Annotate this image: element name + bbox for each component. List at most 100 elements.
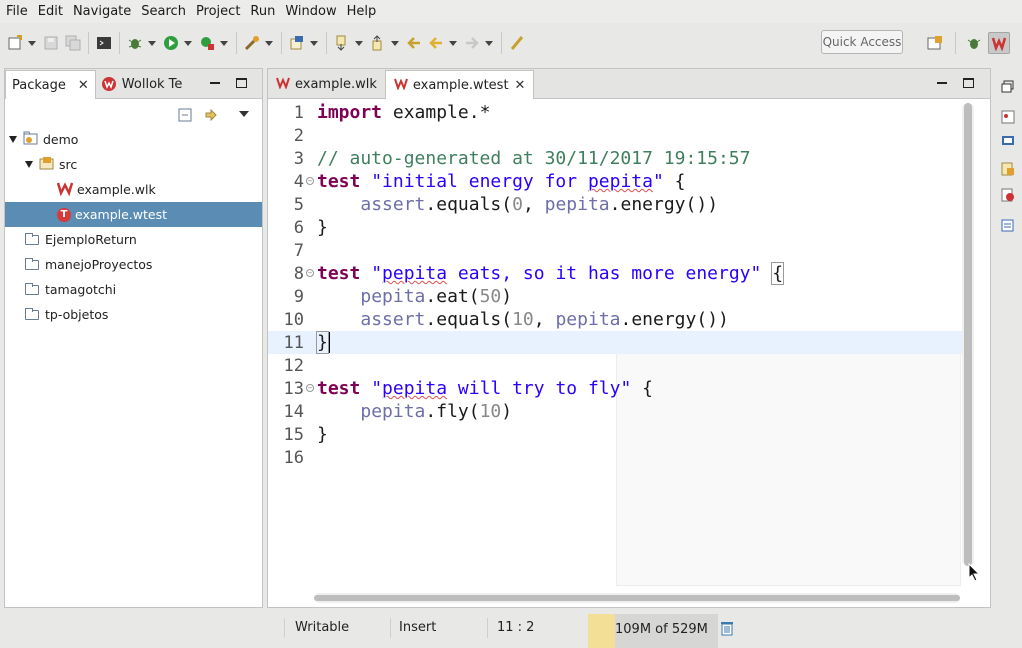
code-area[interactable]: 1 import example.* 2 3 // auto-generated… (268, 100, 964, 589)
view-menu-icon[interactable] (239, 111, 249, 117)
previous-annotation-icon[interactable] (369, 34, 387, 52)
expand-icon[interactable] (25, 161, 33, 168)
back-dropdown[interactable] (449, 34, 457, 52)
fold-icon[interactable]: − (306, 269, 314, 277)
tab-package-explorer[interactable]: Package ✕ (5, 70, 96, 99)
line-number: 12 (283, 355, 304, 376)
line-number: 15 (283, 424, 304, 445)
run-dropdown[interactable] (184, 34, 192, 52)
previous-annotation-dropdown[interactable] (391, 34, 399, 52)
menu-run[interactable]: Run (246, 4, 279, 19)
debug-perspective-icon[interactable] (963, 32, 985, 54)
tab-example-wtest[interactable]: example.wtest ✕ (384, 70, 535, 99)
heap-status[interactable]: 109M of 529M (588, 614, 718, 648)
code-line: 10 assert.equals(10, pepita.energy()) (268, 308, 964, 331)
tree-item-label: example.wtest (75, 207, 168, 222)
external-tools-dropdown[interactable] (220, 34, 228, 52)
open-task-dropdown[interactable] (310, 34, 318, 52)
line-number: 9 (293, 286, 304, 307)
new-dropdown[interactable] (28, 34, 36, 52)
horizontal-scroll-thumb[interactable] (314, 595, 960, 601)
save-icon[interactable] (42, 34, 60, 52)
menu-file[interactable]: File (2, 4, 32, 19)
vertical-scroll-thumb[interactable] (964, 103, 972, 566)
open-type-dropdown[interactable] (265, 34, 273, 52)
code-line: 8 − test "pepita eats, so it has more en… (268, 262, 964, 285)
debug-dropdown[interactable] (148, 34, 156, 52)
tree-item-label: manejoProyectos (45, 257, 153, 272)
run-icon[interactable] (162, 34, 180, 52)
debug-icon[interactable] (126, 34, 144, 52)
line-text: test "pepita will try to fly" { (317, 378, 653, 399)
restore-icon[interactable] (1001, 80, 1015, 94)
code-line: 7 (268, 239, 964, 262)
tab-wollok-tests[interactable]: Wollok Te (96, 70, 189, 98)
last-edit-icon[interactable] (405, 34, 423, 52)
line-number: 6 (293, 217, 304, 238)
tab-example-wlk[interactable]: example.wlk (268, 70, 385, 98)
main-toolbar: Quick Access (0, 24, 1022, 62)
problems-icon[interactable] (1001, 162, 1015, 176)
maximize-icon[interactable] (963, 78, 974, 88)
expand-icon[interactable] (9, 136, 17, 143)
console-icon[interactable] (1001, 134, 1015, 148)
writable-status: Writable (295, 620, 350, 635)
menu-project[interactable]: Project (192, 4, 244, 19)
new-icon[interactable] (6, 34, 24, 52)
line-text: pepita.fly(10) (360, 401, 513, 422)
close-icon[interactable]: ✕ (515, 78, 526, 93)
tree-item-ejemploreturn[interactable]: EjemploReturn (5, 227, 262, 252)
menu-search[interactable]: Search (137, 4, 190, 19)
collapse-all-icon[interactable] (178, 108, 192, 126)
external-tools-icon[interactable] (198, 34, 216, 52)
fold-icon[interactable]: − (306, 177, 314, 185)
menu-edit[interactable]: Edit (34, 4, 67, 19)
next-annotation-icon[interactable] (333, 34, 351, 52)
tab-package-explorer-label: Package (12, 77, 66, 93)
quick-access-field[interactable]: Quick Access (821, 30, 903, 54)
tree-item-example-wlk[interactable]: example.wlk (5, 177, 262, 202)
error-log-icon[interactable] (1001, 188, 1015, 202)
forward-dropdown[interactable] (485, 34, 493, 52)
tree-item-tp-objetos[interactable]: tp-objetos (5, 302, 262, 327)
minimize-icon[interactable] (937, 82, 947, 84)
garbage-collect-icon[interactable] (720, 620, 734, 640)
wollok-file-icon (56, 180, 74, 199)
vertical-scrollbar[interactable] (962, 103, 974, 566)
tab-example-wtest-label: example.wtest (412, 77, 509, 93)
tree-item-manejoproyectos[interactable]: manejoProyectos (5, 252, 262, 277)
heap-usage-bar (588, 614, 615, 648)
tree-item-label: tamagotchi (45, 282, 117, 297)
forward-icon[interactable] (463, 34, 481, 52)
tree-item-tamagotchi[interactable]: tamagotchi (5, 277, 262, 302)
menu-help[interactable]: Help (343, 4, 381, 19)
wollok-perspective-icon[interactable] (988, 32, 1010, 54)
horizontal-scrollbar[interactable] (314, 593, 960, 603)
tree-item-example-wtest[interactable]: T example.wtest (5, 202, 262, 227)
fold-icon[interactable]: − (306, 384, 314, 392)
line-number: 7 (293, 240, 304, 261)
save-all-icon[interactable] (64, 34, 82, 52)
tree-item-demo[interactable]: demo (5, 127, 262, 152)
tree-item-label: tp-objetos (45, 307, 109, 322)
close-icon[interactable]: ✕ (78, 78, 89, 93)
open-task-icon[interactable] (288, 34, 306, 52)
tree-item-src[interactable]: src (5, 152, 262, 177)
pin-icon[interactable] (508, 34, 526, 52)
maximize-icon[interactable] (236, 78, 247, 88)
code-line: 9 pepita.eat(50) (268, 285, 964, 308)
next-annotation-dropdown[interactable] (355, 34, 363, 52)
outline-icon[interactable] (1001, 110, 1015, 124)
minimize-icon[interactable] (210, 82, 220, 84)
open-perspective-icon[interactable] (924, 32, 946, 54)
terminal-icon[interactable] (95, 34, 113, 52)
menu-window[interactable]: Window (281, 4, 340, 19)
back-icon[interactable] (427, 34, 445, 52)
tasks-icon[interactable] (1001, 218, 1015, 232)
menu-navigate[interactable]: Navigate (69, 4, 135, 19)
line-number: 1 (293, 102, 304, 123)
link-with-editor-icon[interactable] (203, 107, 219, 127)
code-line: 3 // auto-generated at 30/11/2017 19:15:… (268, 147, 964, 170)
open-type-icon[interactable] (243, 34, 261, 52)
mouse-cursor-icon (968, 562, 982, 587)
